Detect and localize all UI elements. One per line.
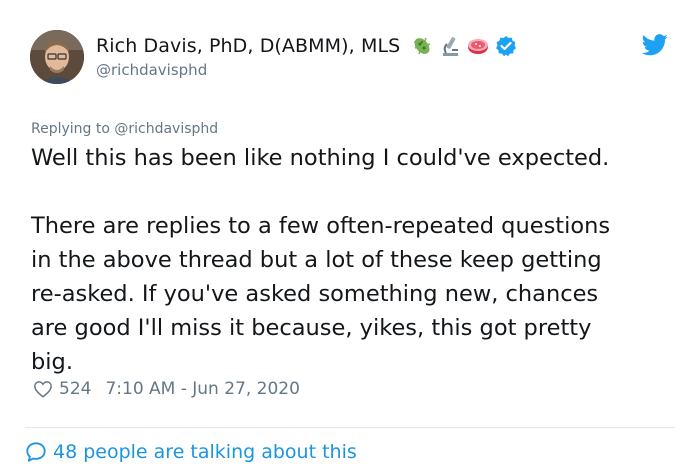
tweet-line: There are replies to a few often-repeate…	[31, 213, 611, 239]
tweet-text: Well this has been like nothing I could'…	[31, 141, 671, 379]
microscope-icon	[443, 37, 459, 56]
avatar[interactable]	[30, 30, 84, 84]
speech-bubble-icon	[26, 442, 46, 462]
author-name-row: Rich Davis, PhD, D(ABMM), MLS	[96, 33, 518, 59]
tweet-paragraph: Well this has been like nothing I could'…	[31, 145, 610, 171]
twitter-bird-icon[interactable]	[642, 34, 668, 56]
heart-icon[interactable]	[33, 380, 53, 398]
tweet-line: are good I'll miss it because, yikes, th…	[31, 315, 592, 341]
tweet-timestamp[interactable]: 7:10 AM - Jun 27, 2020	[105, 379, 300, 399]
author-handle[interactable]: @richdavisphd	[96, 61, 207, 79]
tweet-meta: 524 7:10 AM - Jun 27, 2020	[33, 376, 300, 402]
petri-dish-icon	[468, 39, 489, 54]
like-count[interactable]: 524	[59, 379, 91, 399]
tweet-line: big.	[31, 349, 73, 375]
divider	[25, 427, 675, 428]
reply-context[interactable]: Replying to @richdavisphd	[31, 121, 218, 137]
avatar-photo	[30, 30, 84, 84]
conversation-text[interactable]: 48 people are talking about this	[53, 441, 357, 463]
tweet-line: re-asked. If you've asked something new,…	[31, 281, 599, 307]
verified-badge-icon	[496, 36, 517, 57]
author-display-name[interactable]: Rich Davis, PhD, D(ABMM), MLS	[96, 35, 400, 57]
conversation-link[interactable]: 48 people are talking about this	[25, 438, 357, 466]
tweet-line: in the above thread but a lot of these k…	[31, 247, 602, 273]
microbe-icon	[414, 37, 431, 55]
